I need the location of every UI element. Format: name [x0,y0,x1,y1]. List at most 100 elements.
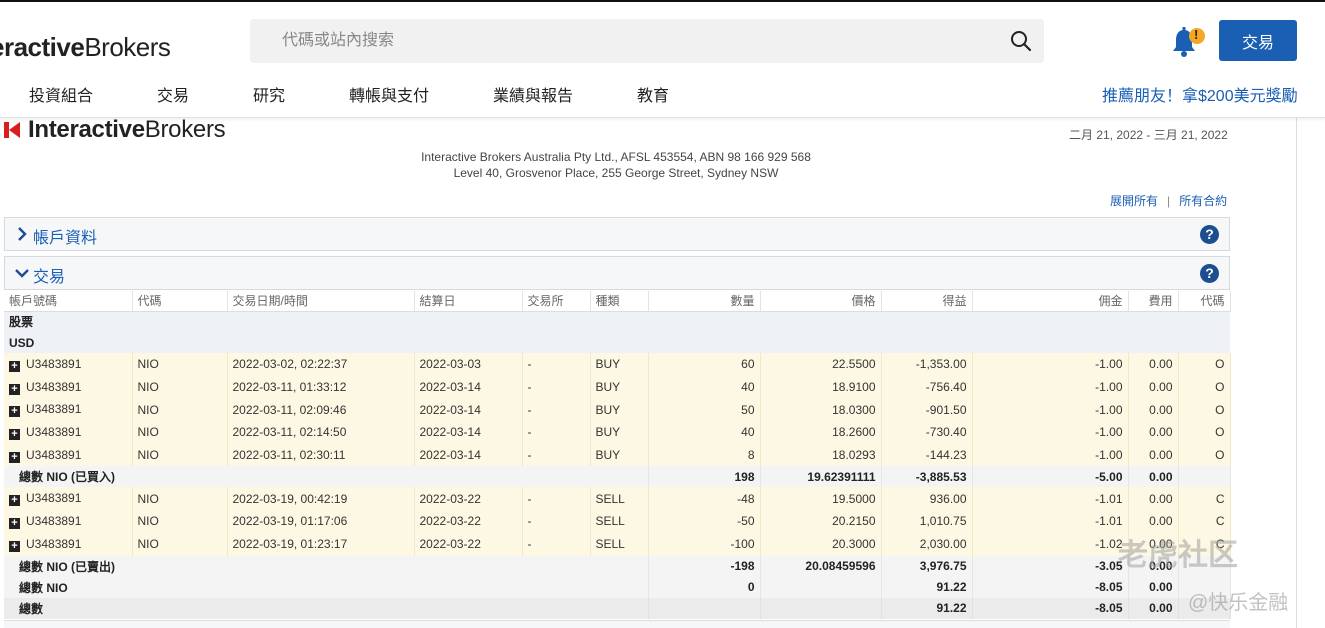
col-quantity[interactable]: 數量 [648,291,761,312]
total-label: 總數 NIO (已賣出) [4,555,649,577]
total-label: 總數 [4,597,649,619]
col-fee[interactable]: 費用 [1128,291,1179,312]
col-commission[interactable]: 佣金 [972,291,1129,312]
nav-portfolio[interactable]: 投資組合 [29,82,93,106]
site-header: eractiveBrokers ! 交易 投資組合 交易 研究 轉帳與支付 業績… [0,2,1325,118]
table-row[interactable]: + U3483891 NIO 2022-03-19, 01:23:17 2022-03-… [4,532,1231,556]
cell-qty: -50 [648,510,761,533]
expand-plus-icon[interactable]: + [9,383,20,395]
total-proceeds: -3,885.53 [881,466,973,488]
col-settle-date[interactable]: 結算日 [414,291,523,312]
col-exchange[interactable]: 交易所 [522,291,591,312]
cell-symbol: NIO [132,398,228,422]
expand-plus-icon[interactable]: + [9,517,20,529]
cell-exchange: - [522,510,591,533]
referral-promo-link[interactable]: 推薦朋友！拿$200美元獎勵 [1102,82,1298,106]
notification-bell[interactable]: ! [1170,26,1210,60]
cell-proceeds: -1,353.00 [881,353,973,376]
account-number: U3483891 [26,379,82,394]
cell-proceeds: 936.00 [881,487,973,511]
bell-icon [1173,27,1205,57]
site-logo-regular: Brokers [84,32,171,62]
ib-mark-icon [4,122,20,138]
section-account-info[interactable]: 帳戶資料 ? [4,217,1230,251]
col-datetime[interactable]: 交易日期/時間 [227,291,415,312]
nav-research[interactable]: 研究 [253,82,285,106]
expand-plus-icon[interactable]: + [9,428,20,440]
col-proceeds[interactable]: 得益 [881,291,973,312]
section-account-title: 帳戶資料 [33,230,98,247]
expand-plus-icon[interactable]: + [9,406,20,418]
cell-datetime: 2022-03-19, 00:42:19 [227,487,415,511]
cell-price: 18.2600 [760,421,882,444]
total-fee: 0.00 [1128,576,1179,598]
section-trades[interactable]: 交易 ? [4,256,1230,290]
table-row[interactable]: + U3483891 NIO 2022-03-11, 02:09:46 2022-03-… [4,398,1231,422]
cell-fee: 0.00 [1128,487,1179,511]
expand-plus-icon[interactable]: + [9,540,20,552]
cell-code: O [1178,443,1231,467]
cell-proceeds: 2,030.00 [881,532,973,556]
search-box [250,19,1044,63]
cell-comm: -1.00 [972,421,1129,444]
total-price [760,597,882,619]
search-icon[interactable] [1010,30,1032,52]
cell-datetime: 2022-03-11, 02:09:46 [227,398,415,422]
table-row[interactable]: + U3483891 NIO 2022-03-11, 02:14:50 2022-03-… [4,421,1231,444]
total-proceeds: 3,976.75 [881,555,973,577]
col-symbol[interactable]: 代碼 [132,291,228,312]
cell-type: SELL [590,487,649,511]
cell-fee: 0.00 [1128,353,1179,376]
total-commission: -5.00 [972,466,1129,488]
broker-address-line2: Level 40, Grosvenor Place, 255 George St… [453,166,779,180]
cell-comm: -1.00 [972,375,1129,399]
next-table-header-cut [4,620,1230,628]
table-row[interactable]: + U3483891 NIO 2022-03-02, 02:22:37 2022-03-… [4,353,1231,376]
cell-qty: 40 [648,421,761,444]
cell-settle: 2022-03-22 [414,510,523,533]
total-quantity [648,597,761,619]
site-logo[interactable]: eractiveBrokers [0,32,171,63]
cell-fee: 0.00 [1128,421,1179,444]
cell-proceeds: -756.40 [881,375,973,399]
nav-performance-reports[interactable]: 業績與報告 [493,82,573,106]
col-code[interactable]: 代碼 [1178,291,1231,312]
cell-comm: -1.00 [972,353,1129,376]
help-icon[interactable]: ? [1200,225,1219,244]
expand-plus-icon[interactable]: + [9,451,20,463]
col-account[interactable]: 帳戶號碼 [4,291,133,312]
table-row[interactable]: + U3483891 NIO 2022-03-11, 01:33:12 2022-03-… [4,375,1231,399]
expand-plus-icon[interactable]: + [9,360,20,372]
expand-all-link[interactable]: 展開所有 [1110,194,1158,208]
nav-trade[interactable]: 交易 [157,82,189,106]
expand-plus-icon[interactable]: + [9,495,20,507]
cell-price: 20.3000 [760,532,882,556]
table-row[interactable]: + U3483891 NIO 2022-03-11, 02:30:11 2022-03-… [4,443,1231,467]
search-input[interactable] [250,19,1000,63]
cell-account: + U3483891 [4,353,133,376]
cell-datetime: 2022-03-11, 02:30:11 [227,443,415,467]
nav-transfer-pay[interactable]: 轉帳與支付 [349,82,429,106]
trade-button[interactable]: 交易 [1219,20,1297,61]
cell-qty: 50 [648,398,761,422]
total-label: 總數 NIO [4,576,649,598]
cell-symbol: NIO [132,375,228,399]
site-logo-bold: eractive [0,32,85,62]
cell-settle: 2022-03-22 [414,487,523,511]
table-row[interactable]: + U3483891 NIO 2022-03-19, 01:17:06 2022-03-… [4,510,1231,533]
statement-logo: Interactive Brokers [4,116,226,144]
cell-proceeds: -901.50 [881,398,973,422]
nav-education[interactable]: 教育 [637,82,669,106]
broker-address-line1: Interactive Brokers Australia Pty Ltd., … [421,150,811,164]
all-contracts-link[interactable]: 所有合約 [1179,194,1227,208]
table-row[interactable]: + U3483891 NIO 2022-03-19, 00:42:19 2022-03-… [4,487,1231,511]
cell-price: 20.2150 [760,510,882,533]
subtotal-row-bought: 總數 NIO (已買入) 198 19.62391111 -3,885.53 -5.00… [4,466,1231,488]
cell-account: + U3483891 [4,510,133,533]
cell-symbol: NIO [132,421,228,444]
col-type[interactable]: 種類 [590,291,649,312]
col-price[interactable]: 價格 [760,291,882,312]
help-icon[interactable]: ? [1200,264,1219,283]
cell-symbol: NIO [132,487,228,511]
cell-price: 18.0300 [760,398,882,422]
